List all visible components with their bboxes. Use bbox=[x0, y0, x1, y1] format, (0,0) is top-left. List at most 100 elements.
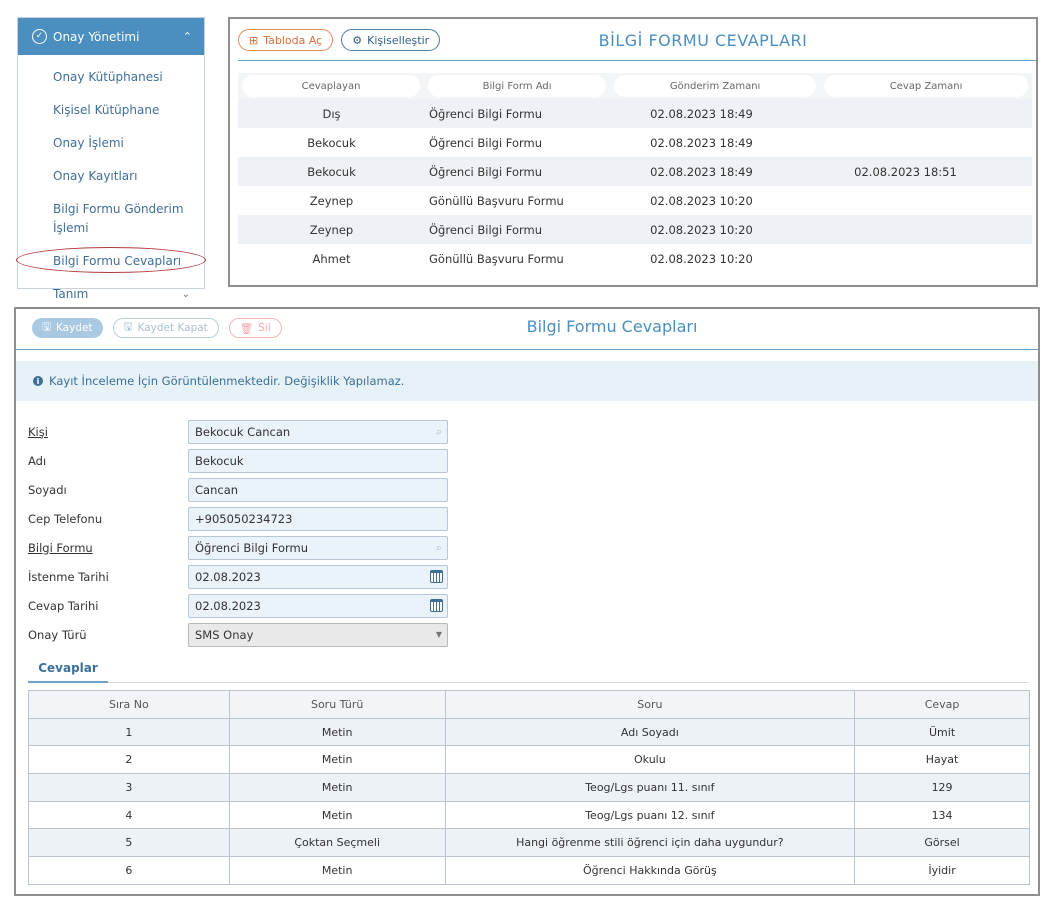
sidebar-item-onay-kutuphanesi[interactable]: Onay Kütüphanesi bbox=[18, 61, 204, 94]
alert-text: Kayıt İnceleme İçin Görüntülenmektedir. … bbox=[49, 374, 405, 388]
field-label-cep-telefonu: Cep Telefonu bbox=[28, 511, 103, 526]
field-label-kisi[interactable]: Kişi bbox=[28, 425, 188, 439]
tab-cevaplar[interactable]: Cevaplar bbox=[28, 655, 108, 683]
sidebar-header-label: Onay Yönetimi bbox=[53, 29, 140, 44]
column-header-cevap-zamani[interactable]: Cevap Zamanı bbox=[824, 75, 1028, 97]
cell-sira-no: 5 bbox=[28, 828, 230, 858]
page-title: BİLGİ FORMU CEVAPLARI bbox=[598, 31, 808, 50]
cell-cevap: Ümit bbox=[854, 717, 1030, 747]
cell-sira-no: 6 bbox=[28, 856, 230, 885]
cell-soru: Okulu bbox=[444, 745, 856, 775]
field-label-istenme-tarihi: İstenme Tarihi bbox=[28, 569, 109, 584]
field-label-adi: Adı bbox=[28, 453, 47, 468]
cell-cevaplayan: Zeynep bbox=[309, 193, 354, 208]
sidebar-item-label: Tanım bbox=[53, 287, 89, 301]
field-row-kisi: Kişi Bekocuk Cancan ⌕ bbox=[28, 417, 448, 446]
column-header-gonderim-zamani[interactable]: Gönderim Zamanı bbox=[614, 75, 817, 97]
cell-gonderim-zamani: 02.08.2023 18:49 bbox=[650, 106, 753, 121]
kisi-lookup-field[interactable]: Bekocuk Cancan ⌕ bbox=[188, 419, 448, 444]
table-header: Cevaplayan Bilgi Form Adı Gönderim Zaman… bbox=[238, 73, 1032, 99]
cell-bilgi-form-adi: Öğrenci Bilgi Formu bbox=[429, 106, 543, 121]
cell-sira-no: 1 bbox=[28, 717, 230, 747]
cep-telefonu-value: +905050234723 bbox=[195, 511, 293, 526]
search-icon[interactable]: ⌕ bbox=[436, 425, 442, 439]
grid-header-row: Sıra No Soru Türü Soru Cevap bbox=[28, 690, 1030, 719]
cell-soru-turu: Metin bbox=[228, 800, 446, 830]
cevap-tarihi-date-field[interactable]: 02.08.2023 bbox=[188, 593, 448, 618]
table-row[interactable]: 5 Çoktan Seçmeli Hangi öğrenme stili öğr… bbox=[28, 828, 1030, 858]
cell-gonderim-zamani: 02.08.2023 18:49 bbox=[650, 135, 753, 150]
cell-soru: Adı Soyadı bbox=[444, 717, 856, 747]
dropdown-arrow-icon: ▼ bbox=[435, 629, 442, 639]
cell-cevap: Hayat bbox=[854, 745, 1030, 775]
cell-soru: Hangi öğrenme stili öğrenci için daha uy… bbox=[444, 828, 856, 858]
calendar-icon[interactable] bbox=[430, 598, 443, 612]
field-label-soyadi: Soyadı bbox=[28, 482, 67, 497]
table-row[interactable]: Zeynep Gönüllü Başvuru Formu 02.08.2023 … bbox=[238, 186, 1032, 215]
cell-cevap-zamani: 02.08.2023 18:51 bbox=[854, 164, 957, 179]
answers-list-table: Cevaplayan Bilgi Form Adı Gönderim Zaman… bbox=[238, 73, 1032, 273]
onay-turu-select[interactable]: SMS Onay ▼ bbox=[188, 622, 448, 647]
table-row[interactable]: Bekocuk Öğrenci Bilgi Formu 02.08.2023 1… bbox=[238, 157, 1032, 186]
field-label-bilgi-formu[interactable]: Bilgi Formu bbox=[28, 541, 188, 555]
check-circle-icon: ✓ bbox=[32, 29, 47, 44]
istenme-tarihi-value: 02.08.2023 bbox=[195, 569, 261, 584]
cell-soru-turu: Çoktan Seçmeli bbox=[228, 828, 446, 858]
cell-bilgi-form-adi: Gönüllü Başvuru Formu bbox=[429, 251, 564, 266]
table-row[interactable]: Bekocuk Öğrenci Bilgi Formu 02.08.2023 1… bbox=[238, 128, 1032, 157]
soyadi-field[interactable]: Cancan bbox=[188, 477, 448, 502]
cevap-tarihi-value: 02.08.2023 bbox=[195, 598, 261, 613]
cell-soru: Teog/Lgs puanı 12. sınıf bbox=[444, 800, 856, 830]
cep-telefonu-field[interactable]: +905050234723 bbox=[188, 506, 448, 531]
answers-grid: Sıra No Soru Türü Soru Cevap 1 Metin Adı… bbox=[28, 690, 1030, 885]
field-row-bilgi-formu: Bilgi Formu Öğrenci Bilgi Formu ⌕ bbox=[28, 533, 448, 562]
cell-soru-turu: Metin bbox=[228, 717, 446, 747]
form-fields: Kişi Bekocuk Cancan ⌕ Adı Bekocuk Soyadı… bbox=[28, 417, 448, 649]
info-icon: i bbox=[33, 376, 43, 386]
column-header-cevap[interactable]: Cevap bbox=[854, 690, 1030, 719]
table-row[interactable]: Dış Öğrenci Bilgi Formu 02.08.2023 18:49 bbox=[238, 99, 1032, 128]
column-header-soru-turu[interactable]: Soru Türü bbox=[228, 690, 446, 719]
field-label-cevap-tarihi: Cevap Tarihi bbox=[28, 598, 99, 613]
sidebar-item-bilgi-formu-gonderim[interactable]: Bilgi Formu Gönderim İşlemi bbox=[18, 193, 204, 245]
column-header-sira-no[interactable]: Sıra No bbox=[28, 690, 230, 719]
table-row[interactable]: Zeynep Öğrenci Bilgi Formu 02.08.2023 10… bbox=[238, 215, 1032, 244]
onay-turu-value: SMS Onay bbox=[195, 627, 254, 642]
cell-soru: Teog/Lgs puanı 11. sınıf bbox=[444, 773, 856, 802]
sidebar: ✓ Onay Yönetimi ⌃ Onay Kütüphanesi Kişis… bbox=[16, 17, 206, 301]
field-row-soyadi: Soyadı Cancan bbox=[28, 475, 448, 504]
sidebar-item-kisisel-kutuphane[interactable]: Kişisel Kütüphane bbox=[18, 94, 204, 127]
cell-bilgi-form-adi: Gönüllü Başvuru Formu bbox=[429, 193, 564, 208]
cell-soru-turu: Metin bbox=[228, 856, 446, 885]
calendar-icon[interactable] bbox=[430, 569, 443, 583]
table-body: Dış Öğrenci Bilgi Formu 02.08.2023 18:49… bbox=[238, 99, 1032, 273]
title-divider bbox=[16, 349, 1038, 350]
adi-field[interactable]: Bekocuk bbox=[188, 448, 448, 473]
bilgi-formu-lookup-field[interactable]: Öğrenci Bilgi Formu ⌕ bbox=[188, 535, 448, 560]
detail-tabs: Cevaplar bbox=[28, 655, 1028, 683]
sidebar-item-bilgi-formu-cevaplari[interactable]: Bilgi Formu Cevapları bbox=[16, 245, 206, 278]
cell-cevap: İyidir bbox=[854, 856, 1030, 885]
search-icon[interactable]: ⌕ bbox=[436, 541, 442, 555]
sidebar-item-onay-kayitlari[interactable]: Onay Kayıtları bbox=[18, 160, 204, 193]
cell-cevaplayan: Ahmet bbox=[312, 251, 351, 266]
table-row[interactable]: Ahmet Gönüllü Başvuru Formu 02.08.2023 1… bbox=[238, 244, 1032, 273]
cell-sira-no: 4 bbox=[28, 800, 230, 830]
field-row-onay-turu: Onay Türü SMS Onay ▼ bbox=[28, 620, 448, 649]
field-label-onay-turu: Onay Türü bbox=[28, 627, 87, 642]
cell-gonderim-zamani: 02.08.2023 10:20 bbox=[650, 222, 753, 237]
column-header-soru[interactable]: Soru bbox=[444, 690, 856, 719]
table-row[interactable]: 6 Metin Öğrenci Hakkında Görüş İyidir bbox=[28, 856, 1030, 885]
table-row[interactable]: 2 Metin Okulu Hayat bbox=[28, 745, 1030, 775]
readonly-alert: i Kayıt İnceleme İçin Görüntülenmektedir… bbox=[16, 361, 1038, 401]
table-row[interactable]: 1 Metin Adı Soyadı Ümit bbox=[28, 717, 1030, 747]
table-row[interactable]: 4 Metin Teog/Lgs puanı 12. sınıf 134 bbox=[28, 800, 1030, 830]
column-header-bilgi-form-adi[interactable]: Bilgi Form Adı bbox=[428, 75, 607, 97]
cell-bilgi-form-adi: Öğrenci Bilgi Formu bbox=[429, 164, 543, 179]
sidebar-header-onay-yonetimi[interactable]: ✓ Onay Yönetimi ⌃ bbox=[18, 18, 204, 55]
sidebar-item-onay-islemi[interactable]: Onay İşlemi bbox=[18, 127, 204, 160]
column-header-cevaplayan[interactable]: Cevaplayan bbox=[242, 75, 421, 97]
table-row[interactable]: 3 Metin Teog/Lgs puanı 11. sınıf 129 bbox=[28, 773, 1030, 802]
cell-gonderim-zamani: 02.08.2023 18:49 bbox=[650, 164, 753, 179]
istenme-tarihi-date-field[interactable]: 02.08.2023 bbox=[188, 564, 448, 589]
